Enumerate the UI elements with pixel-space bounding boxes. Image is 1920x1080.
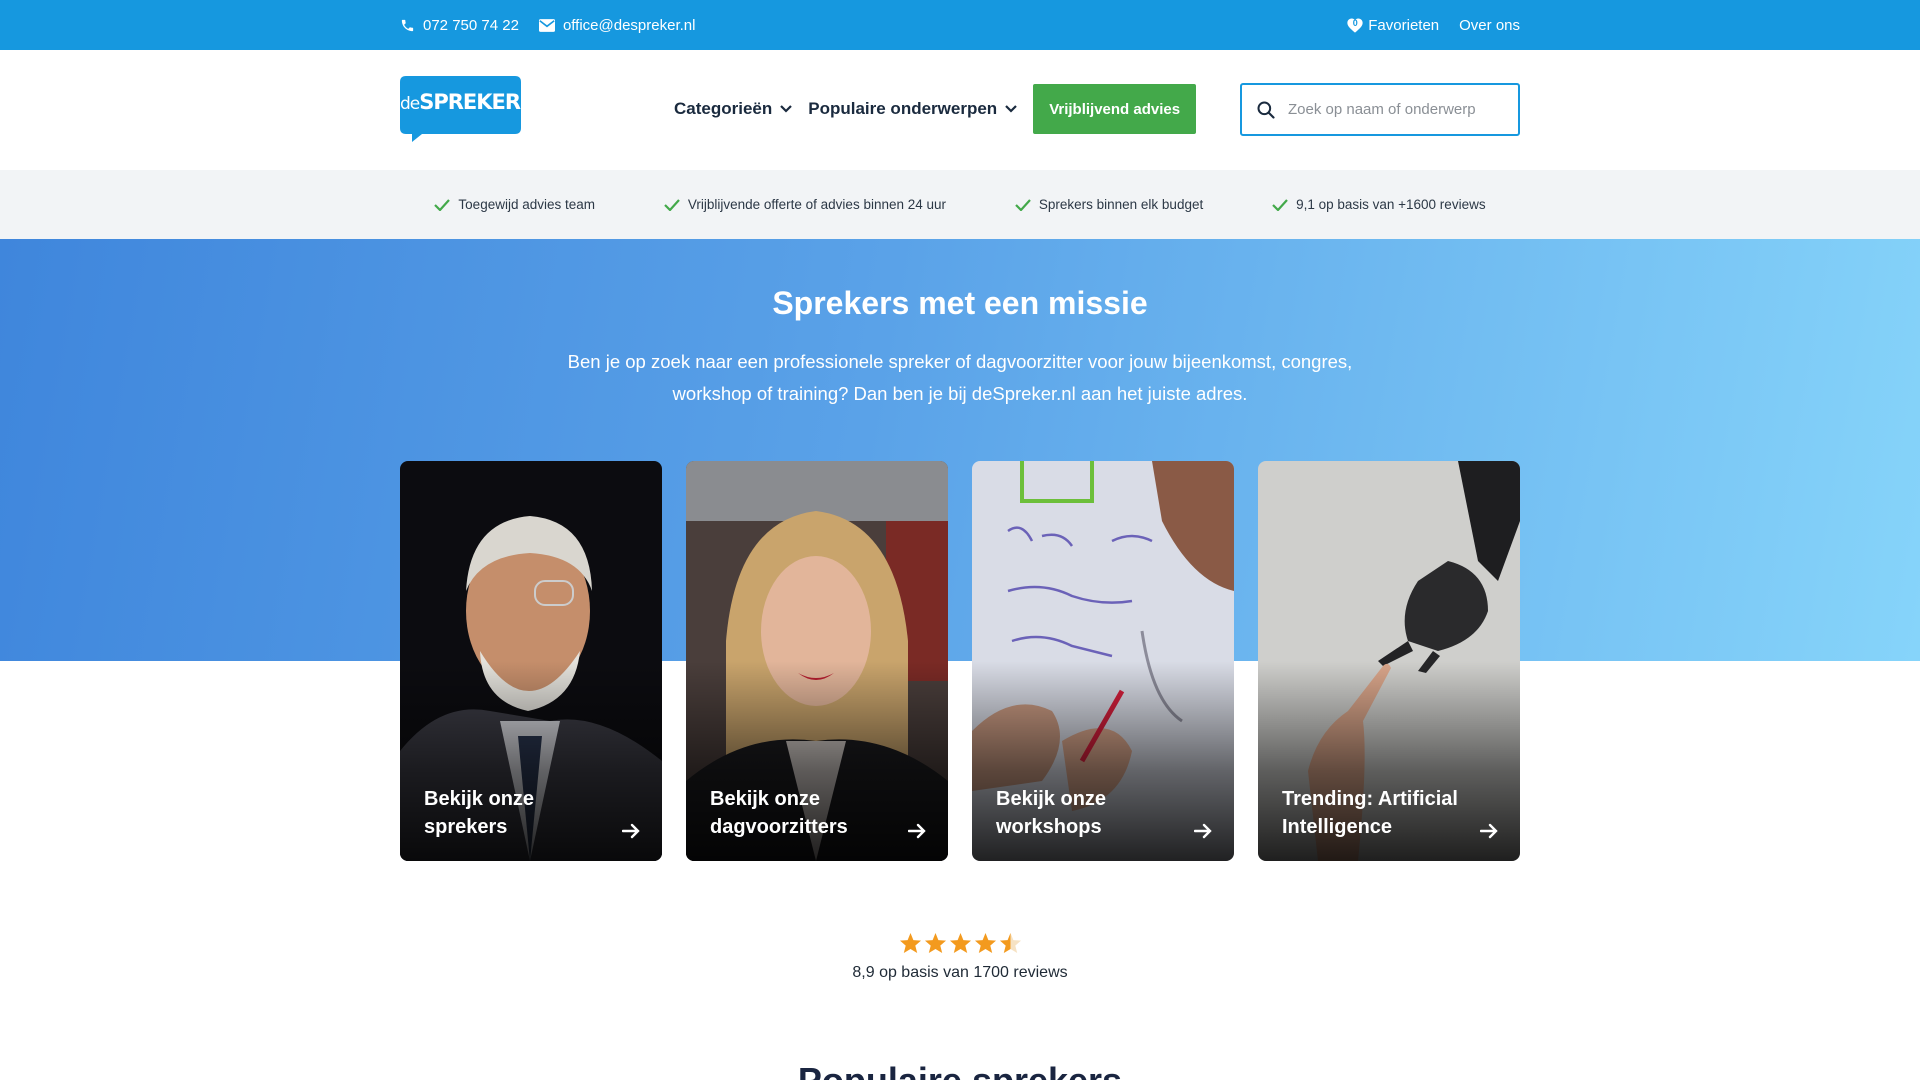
checkmark-icon <box>1015 198 1031 211</box>
review-rating: 8,9 op basis van 1700 reviews <box>0 932 1920 982</box>
usp-item: Vrijblijvende offerte of advies binnen 2… <box>664 197 946 212</box>
card-label: Bekijk onze sprekers <box>424 788 535 838</box>
star-icon <box>949 932 971 954</box>
favorites-label: Favorieten <box>1368 16 1440 34</box>
arrow-right-icon <box>1194 823 1212 839</box>
main-nav: Categorieën Populaire onderwerpen Vrijbl… <box>674 84 1197 134</box>
arrow-right-icon <box>908 823 926 839</box>
card-workshops[interactable]: Bekijk onze workshops <box>972 461 1234 861</box>
logo-wordmark: deSPREKER.nl <box>400 90 541 114</box>
card-label: Trending: Artificial Intelligence <box>1282 788 1458 838</box>
favorites-link[interactable]: 0 Favorieten <box>1346 17 1439 34</box>
card-speakers[interactable]: Bekijk onze sprekers <box>400 461 662 861</box>
checkmark-icon <box>664 198 680 211</box>
card-label: Bekijk onze dagvoorzitters <box>710 788 848 838</box>
envelope-icon <box>538 18 555 32</box>
star-rating <box>0 932 1920 954</box>
star-icon <box>899 932 921 954</box>
phone-link[interactable]: 072 750 74 22 <box>400 17 519 34</box>
email-address: office@despreker.nl <box>562 16 696 34</box>
card-artificial-intelligence[interactable]: Trending: Artificial Intelligence <box>1258 461 1520 861</box>
search-box[interactable] <box>1240 83 1520 136</box>
usp-bar: Toegewijd advies team Vrijblijvende offe… <box>0 170 1920 239</box>
search-icon <box>1257 101 1275 119</box>
phone-number: 072 750 74 22 <box>423 16 519 34</box>
about-link[interactable]: Over ons <box>1459 17 1520 34</box>
hero-title: Sprekers met een missie <box>772 285 1148 321</box>
usp-item: Toegewijd advies team <box>434 197 595 212</box>
chevron-down-icon <box>1005 105 1017 113</box>
phone-icon <box>401 19 414 31</box>
nav-categories[interactable]: Categorieën <box>674 99 793 119</box>
top-bar: 072 750 74 22 office@despreker.nl 0 Favo… <box>0 0 1920 50</box>
star-icon <box>924 932 946 954</box>
card-label: Bekijk onze workshops <box>996 788 1107 838</box>
category-cards: Bekijk onze sprekers Bekijk onze dagvoor… <box>400 461 1520 861</box>
usp-item: Sprekers binnen elk budget <box>1015 197 1203 212</box>
hero-subtitle: Ben je op zoek naar een professionele sp… <box>567 351 1353 404</box>
popular-speakers-title: Populaire sprekers <box>0 1060 1920 1080</box>
checkmark-icon <box>434 198 451 211</box>
search-input[interactable] <box>1288 101 1498 118</box>
star-icon <box>974 932 996 954</box>
star-half-icon <box>999 932 1021 954</box>
logo[interactable]: deSPREKER.nl <box>400 76 541 142</box>
checkmark-icon <box>1272 198 1288 211</box>
header: deSPREKER.nl Categorieën Populaire onder… <box>0 50 1920 170</box>
rating-text: 8,9 op basis van 1700 reviews <box>852 964 1068 981</box>
favorites-count: 0 <box>1352 18 1358 28</box>
arrow-right-icon <box>622 823 640 839</box>
usp-item: 9,1 op basis van +1600 reviews <box>1272 197 1486 212</box>
free-advice-button[interactable]: Vrijblijvend advies <box>1033 84 1197 134</box>
nav-popular-topics[interactable]: Populaire onderwerpen <box>808 99 1017 119</box>
heart-icon: 0 <box>1346 17 1364 33</box>
chevron-down-icon <box>780 105 793 113</box>
card-hosts[interactable]: Bekijk onze dagvoorzitters <box>686 461 948 861</box>
email-link[interactable]: office@despreker.nl <box>538 16 696 34</box>
arrow-right-icon <box>1480 823 1498 839</box>
